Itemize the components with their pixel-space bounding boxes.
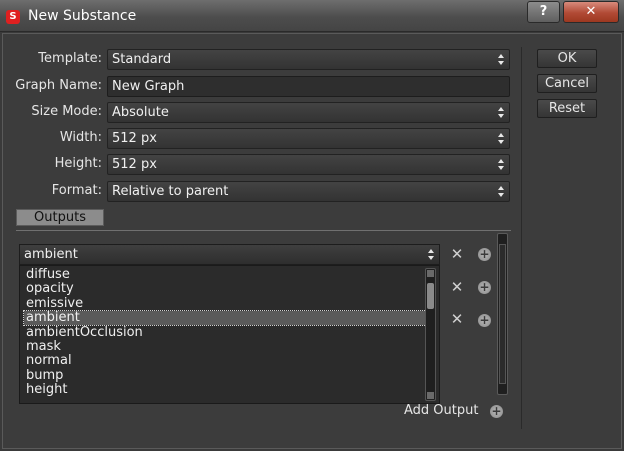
output-select[interactable]: ambient bbox=[19, 244, 440, 265]
add-row-icon[interactable]: + bbox=[478, 281, 491, 294]
list-item[interactable]: height bbox=[24, 383, 426, 397]
format-label: Format: bbox=[51, 183, 102, 198]
up-down-arrows-icon bbox=[498, 133, 504, 144]
up-down-arrows-icon bbox=[498, 54, 504, 65]
add-row-icon[interactable]: + bbox=[478, 248, 491, 261]
window-title: New Substance bbox=[28, 8, 137, 24]
graph-name-value: New Graph bbox=[112, 79, 185, 94]
template-label: Template: bbox=[38, 51, 102, 66]
close-button[interactable]: ✕ bbox=[563, 1, 619, 23]
graph-name-label: Graph Name: bbox=[15, 78, 102, 93]
list-item-selected[interactable]: ambient bbox=[23, 310, 427, 326]
height-value: 512 px bbox=[112, 157, 157, 172]
title-bar[interactable]: S New Substance ? ✕ bbox=[0, 0, 624, 32]
remove-output-icon[interactable]: ✕ bbox=[450, 247, 464, 262]
template-select[interactable]: Standard bbox=[107, 49, 510, 70]
width-label: Width: bbox=[59, 130, 102, 145]
list-scroll-thumb[interactable] bbox=[427, 283, 434, 309]
list-item[interactable]: mask bbox=[24, 340, 426, 354]
help-button[interactable]: ? bbox=[527, 1, 560, 23]
template-value: Standard bbox=[112, 52, 172, 67]
substance-logo-icon: S bbox=[6, 10, 20, 24]
up-down-arrows-icon bbox=[498, 159, 504, 170]
tab-divider bbox=[16, 230, 511, 231]
height-label: Height: bbox=[54, 156, 102, 171]
up-down-arrows-icon bbox=[428, 249, 434, 260]
add-output-label[interactable]: Add Output bbox=[404, 403, 478, 418]
cancel-button[interactable]: Cancel bbox=[537, 74, 597, 93]
remove-output-icon[interactable]: ✕ bbox=[450, 280, 464, 295]
height-select[interactable]: 512 px bbox=[107, 154, 510, 175]
scroll-down-arrow[interactable] bbox=[427, 392, 434, 399]
outputs-scroll-thumb[interactable] bbox=[499, 244, 506, 384]
size-mode-value: Absolute bbox=[112, 105, 169, 120]
add-row-icon[interactable]: + bbox=[478, 314, 491, 327]
list-item[interactable]: ambientOcclusion bbox=[24, 326, 426, 340]
size-mode-select[interactable]: Absolute bbox=[107, 102, 510, 123]
graph-name-input[interactable]: New Graph bbox=[107, 76, 510, 97]
width-select[interactable]: 512 px bbox=[107, 128, 510, 149]
output-select-value: ambient bbox=[24, 247, 78, 262]
output-dropdown-list[interactable]: diffuse opacity emissive ambient ambient… bbox=[19, 265, 440, 404]
ok-button[interactable]: OK bbox=[537, 49, 597, 68]
outputs-scrollbar[interactable] bbox=[497, 233, 508, 395]
list-scrollbar[interactable] bbox=[425, 268, 436, 401]
format-select[interactable]: Relative to parent bbox=[107, 181, 510, 202]
remove-output-icon[interactable]: ✕ bbox=[450, 312, 464, 327]
list-item[interactable]: emissive bbox=[24, 297, 426, 311]
list-item[interactable]: normal bbox=[24, 354, 426, 368]
list-item[interactable]: opacity bbox=[24, 282, 426, 296]
up-down-arrows-icon bbox=[498, 107, 504, 118]
up-down-arrows-icon bbox=[498, 186, 504, 197]
format-value: Relative to parent bbox=[112, 184, 229, 199]
add-output-icon[interactable]: + bbox=[490, 405, 503, 418]
list-item[interactable]: bump bbox=[24, 369, 426, 383]
reset-button[interactable]: Reset bbox=[537, 99, 597, 118]
tab-outputs[interactable]: Outputs bbox=[16, 209, 104, 226]
list-item[interactable]: diffuse bbox=[24, 268, 426, 282]
scroll-up-arrow[interactable] bbox=[427, 270, 434, 277]
vertical-divider bbox=[521, 47, 522, 429]
width-value: 512 px bbox=[112, 131, 157, 146]
size-mode-label: Size Mode: bbox=[31, 104, 102, 119]
